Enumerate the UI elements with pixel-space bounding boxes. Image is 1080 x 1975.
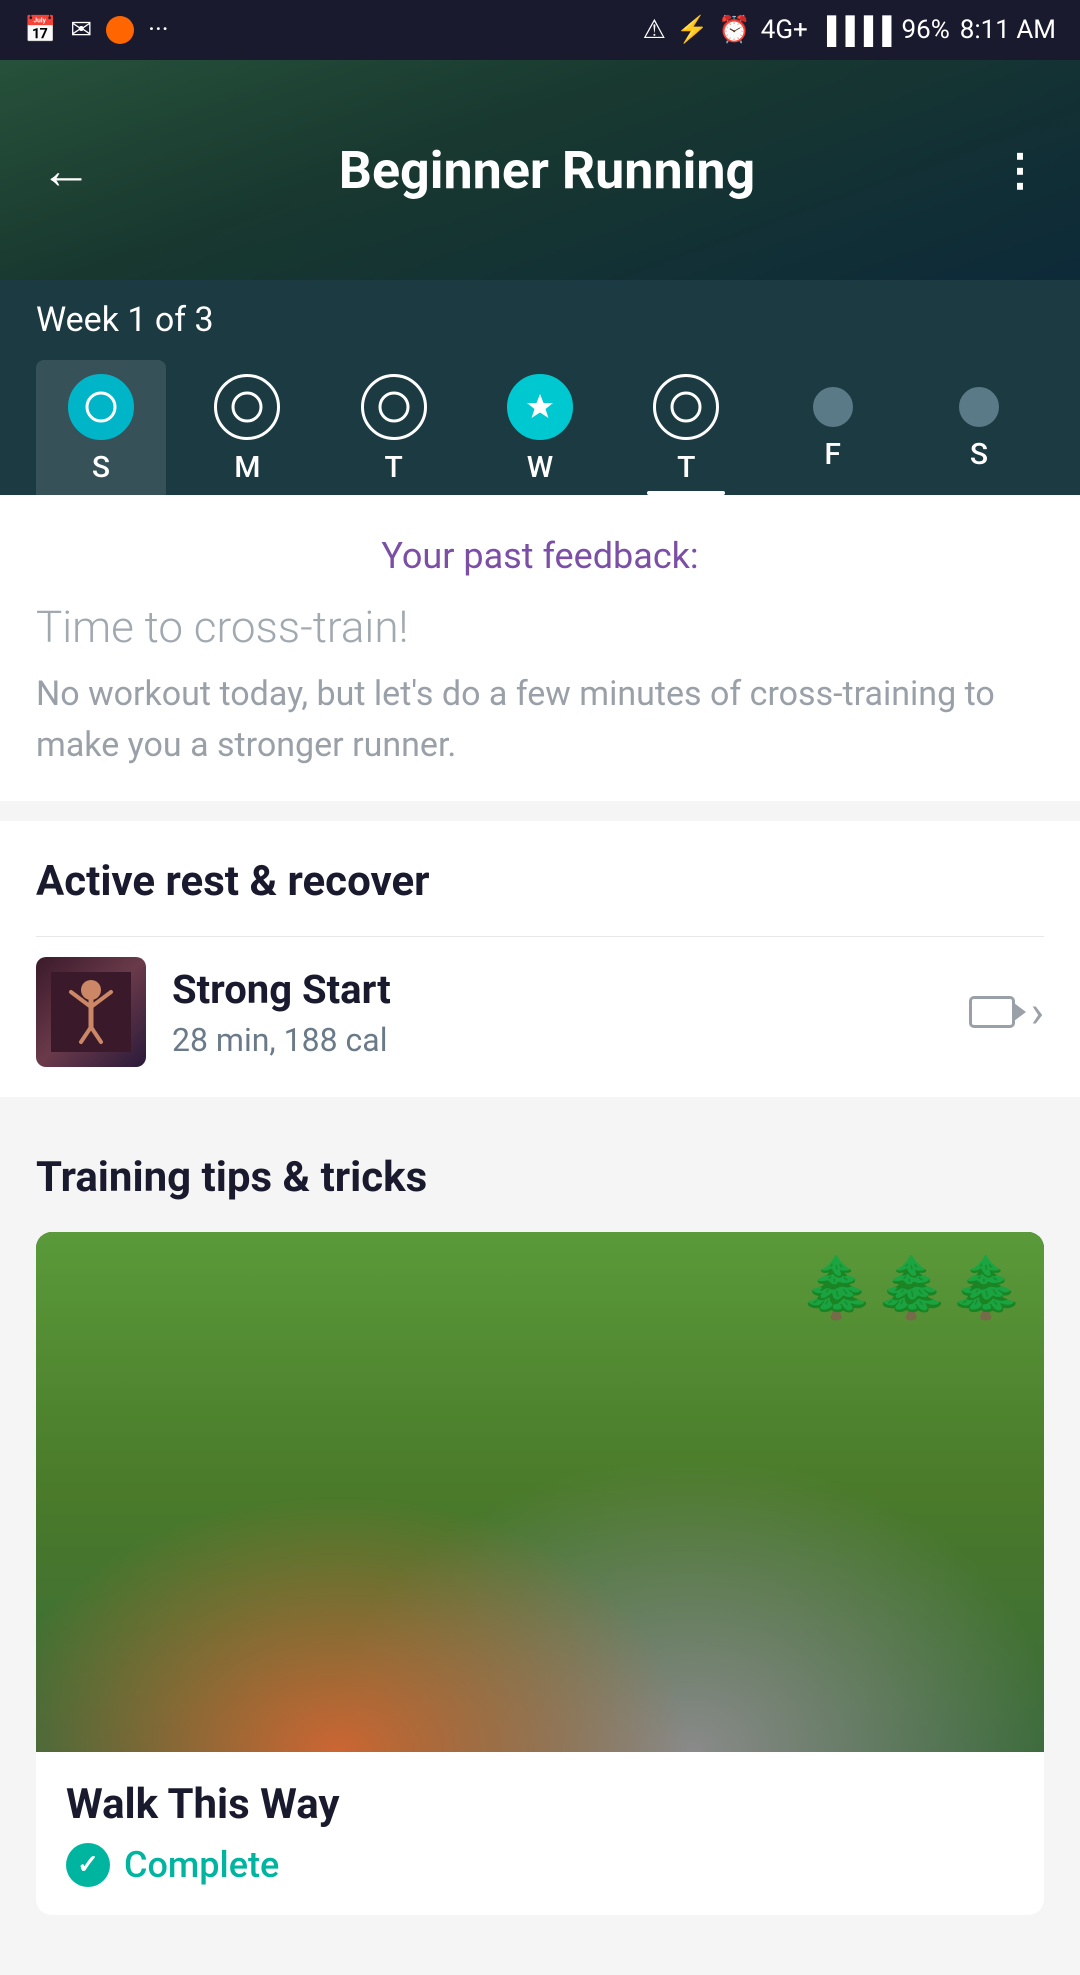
day-circle-sunday xyxy=(68,374,134,440)
workout-actions: › xyxy=(969,986,1044,1038)
week-label: Week 1 of 3 xyxy=(36,300,1044,340)
notification-dot xyxy=(106,16,134,44)
day-label-friday: F xyxy=(824,437,841,472)
day-label-tuesday: T xyxy=(385,450,403,485)
page-header: ← Beginner Running ⋮ xyxy=(0,60,1080,280)
workout-name: Strong Start xyxy=(172,966,969,1013)
tip-card-image xyxy=(36,1232,1044,1752)
day-underline-thursday xyxy=(647,491,725,495)
more-menu-button[interactable]: ⋮ xyxy=(998,144,1044,196)
tip-card-walk-this-way[interactable]: Walk This Way ✓ Complete xyxy=(36,1232,1044,1915)
page-title: Beginner Running xyxy=(96,140,998,201)
battery-label: 96% xyxy=(901,15,949,45)
back-button[interactable]: ← xyxy=(36,140,96,201)
day-circle-monday xyxy=(214,374,280,440)
day-circle-saturday xyxy=(959,387,999,427)
day-label-sunday: S xyxy=(92,450,110,485)
bluetooth-icon: ⚡ xyxy=(676,15,708,45)
day-tuesday[interactable]: T xyxy=(329,360,459,495)
status-left: 📅 ✉ ··· xyxy=(24,15,169,45)
check-circle-icon: ✓ xyxy=(66,1843,110,1887)
workout-meta: 28 min, 188 cal xyxy=(172,1021,969,1059)
day-friday[interactable]: F xyxy=(768,360,898,482)
day-wednesday[interactable]: W xyxy=(475,360,605,495)
training-tips-title: Training tips & tricks xyxy=(36,1153,1044,1202)
alert-icon: ⚠ xyxy=(643,15,666,45)
workout-info: Strong Start 28 min, 188 cal xyxy=(172,966,969,1059)
tip-card-title: Walk This Way xyxy=(66,1780,1014,1829)
day-sunday[interactable]: S xyxy=(36,360,166,495)
signal-icon: ▐▐▐▐ xyxy=(818,15,892,46)
feedback-section: Your past feedback: Time to cross-train!… xyxy=(0,495,1080,801)
workout-thumb-svg xyxy=(51,972,131,1052)
status-right: ⚠ ⚡ ⏰ 4G+ ▐▐▐▐ 96% 8:11 AM xyxy=(643,15,1056,46)
time-label: 8:11 AM xyxy=(960,15,1056,45)
status-bar: 📅 ✉ ··· ⚠ ⚡ ⏰ 4G+ ▐▐▐▐ 96% 8:11 AM xyxy=(0,0,1080,60)
workout-item-strong-start[interactable]: Strong Start 28 min, 188 cal › xyxy=(36,936,1044,1097)
day-label-wednesday: W xyxy=(527,450,553,485)
cross-train-description: No workout today, but let's do a few min… xyxy=(36,669,1044,771)
mail-icon: ✉ xyxy=(70,15,92,45)
day-circle-friday xyxy=(813,387,853,427)
active-rest-section: Active rest & recover Strong Start xyxy=(0,821,1080,1097)
feedback-section-title: Your past feedback: xyxy=(36,535,1044,577)
more-dots: ··· xyxy=(148,15,168,45)
tip-card-image-svg xyxy=(36,1232,1044,1752)
day-label-thursday: T xyxy=(677,450,695,485)
alarm-icon: ⏰ xyxy=(718,15,750,45)
circle-icon-sunday xyxy=(84,390,118,424)
active-rest-title: Active rest & recover xyxy=(36,857,1044,906)
circle-icon-monday xyxy=(230,390,264,424)
days-row: S M T xyxy=(36,360,1044,495)
tip-card-status: ✓ Complete xyxy=(66,1843,1014,1887)
workout-thumbnail xyxy=(36,957,146,1067)
main-content: Your past feedback: Time to cross-train!… xyxy=(0,495,1080,1975)
day-circle-tuesday xyxy=(361,374,427,440)
day-circle-wednesday xyxy=(507,374,573,440)
video-rect xyxy=(969,996,1015,1028)
day-label-saturday: S xyxy=(970,437,988,472)
training-tips-section: Training tips & tricks xyxy=(0,1117,1080,1915)
cross-train-title: Time to cross-train! xyxy=(36,601,1044,653)
status-complete-label: Complete xyxy=(124,1844,279,1886)
day-label-monday: M xyxy=(234,450,260,485)
circle-icon-tuesday xyxy=(377,390,411,424)
star-icon-wednesday xyxy=(523,390,557,424)
workout-chevron-right[interactable]: › xyxy=(1031,986,1044,1038)
day-saturday[interactable]: S xyxy=(914,360,1044,482)
network-label: 4G+ xyxy=(761,15,808,45)
circle-icon-thursday xyxy=(669,390,703,424)
day-circle-thursday xyxy=(653,374,719,440)
calendar-icon: 📅 xyxy=(24,15,56,45)
video-icon xyxy=(969,996,1015,1028)
day-monday[interactable]: M xyxy=(182,360,312,495)
tip-card-body: Walk This Way ✓ Complete xyxy=(36,1752,1044,1915)
week-navigation: Week 1 of 3 S M xyxy=(0,280,1080,495)
day-thursday[interactable]: T xyxy=(621,360,751,495)
